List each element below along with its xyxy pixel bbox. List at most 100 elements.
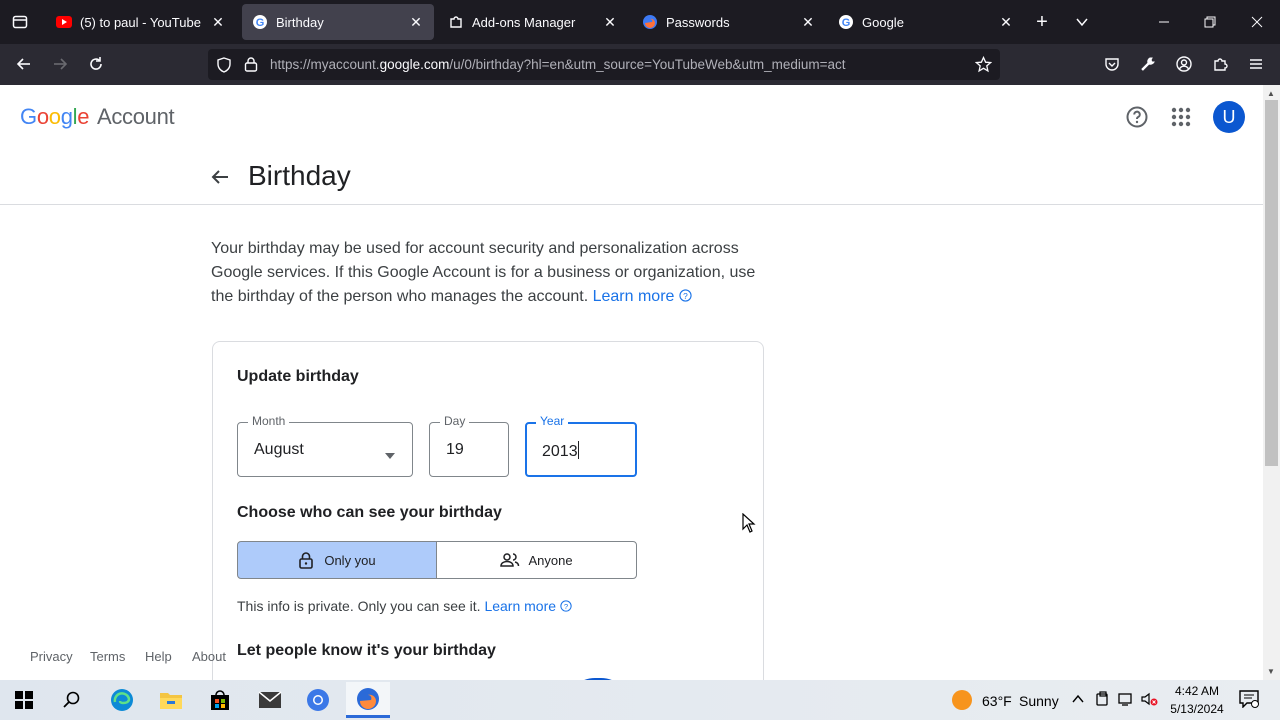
url-bar[interactable]: https://myaccount.google.com/u/0/birthda… — [208, 49, 1000, 80]
mail-icon[interactable] — [250, 684, 290, 716]
network-icon[interactable] — [1118, 692, 1136, 711]
mouse-cursor-icon — [742, 512, 756, 538]
tab-passwords[interactable]: Passwords ✕ — [632, 4, 826, 40]
minimize-button[interactable] — [1148, 6, 1180, 38]
tab-label: (5) to paul - YouTube — [80, 14, 201, 30]
footer-terms-link[interactable]: Terms — [90, 649, 125, 664]
google-letter: e — [77, 104, 90, 129]
svg-text:G: G — [842, 17, 851, 29]
close-tab-icon[interactable]: ✕ — [998, 14, 1014, 31]
edge-icon[interactable] — [102, 684, 142, 716]
reload-button[interactable] — [80, 48, 112, 80]
close-tab-icon[interactable]: ✕ — [408, 14, 424, 31]
month-label: Month — [248, 414, 290, 428]
year-input[interactable]: Year 2013 — [525, 414, 637, 477]
month-value: August — [254, 441, 304, 458]
tray-chevron-icon[interactable] — [1071, 692, 1085, 711]
year-label: Year — [536, 414, 569, 428]
weather-condition[interactable]: Sunny — [1019, 693, 1059, 709]
extensions-icon[interactable] — [1204, 48, 1236, 80]
lock-icon — [299, 552, 314, 569]
google-letter: G — [20, 104, 37, 129]
footer-about-link[interactable]: About — [192, 649, 226, 664]
google-wordmark: Google — [20, 104, 95, 129]
day-input[interactable]: Day 19 — [429, 414, 509, 477]
file-explorer-icon[interactable] — [151, 684, 191, 716]
menu-icon[interactable] — [1240, 48, 1272, 80]
firefox-taskbar-icon[interactable] — [346, 682, 390, 718]
help-circle-icon: ? — [679, 289, 692, 302]
notifications-icon[interactable] — [1239, 690, 1259, 713]
chrome-icon[interactable] — [298, 684, 338, 716]
page-title: Birthday — [248, 160, 351, 191]
firefox-view-icon[interactable] — [4, 6, 36, 38]
wrench-icon[interactable] — [1132, 48, 1164, 80]
store-icon[interactable] — [200, 684, 240, 716]
bookmark-star-icon[interactable] — [974, 55, 993, 78]
tab-label: Add-ons Manager — [472, 14, 576, 30]
learn-more-link[interactable]: Learn more ? — [593, 288, 692, 305]
lock-icon[interactable] — [244, 56, 258, 77]
search-icon[interactable] — [52, 684, 92, 716]
meet-now-icon[interactable] — [1096, 691, 1110, 712]
google-letter: o — [48, 104, 61, 129]
dropdown-arrow-icon — [384, 447, 396, 465]
tab-label: Passwords — [666, 14, 730, 30]
svg-text:G: G — [256, 17, 265, 29]
new-tab-button[interactable]: + — [1026, 6, 1058, 38]
tab-google[interactable]: G Google ✕ — [828, 4, 1024, 40]
scroll-down-icon[interactable]: ▼ — [1267, 667, 1275, 676]
header-divider — [0, 204, 1263, 205]
people-icon — [500, 553, 520, 567]
weather-temperature[interactable]: 63°F — [982, 693, 1012, 709]
list-tabs-button[interactable] — [1066, 6, 1098, 38]
scrollbar-thumb[interactable] — [1265, 100, 1278, 466]
footer-privacy-link[interactable]: Privacy — [30, 649, 73, 664]
tab-youtube[interactable]: (5) to paul - YouTube ✕ — [46, 4, 236, 40]
footer-help-link[interactable]: Help — [145, 649, 172, 664]
forward-button[interactable] — [44, 48, 76, 80]
account-icon[interactable] — [1168, 48, 1200, 80]
close-window-button[interactable] — [1241, 6, 1273, 38]
tab-label: Birthday — [276, 14, 324, 30]
pocket-icon[interactable] — [1096, 48, 1128, 80]
anyone-label: Anyone — [528, 552, 573, 568]
learn-more-link[interactable]: Learn more ? — [484, 598, 572, 614]
windows-taskbar: 63°F Sunny 4:42 AM 5/13/2024 — [0, 680, 1280, 720]
restore-button[interactable] — [1194, 6, 1226, 38]
visibility-heading: Choose who can see your birthday — [237, 504, 502, 521]
tab-birthday[interactable]: G Birthday ✕ — [242, 4, 434, 40]
only-you-option[interactable]: Only you — [237, 541, 437, 579]
close-tab-icon[interactable]: ✕ — [602, 14, 618, 31]
google-account-logo[interactable]: Google Account — [20, 104, 175, 130]
month-select[interactable]: Month August — [237, 414, 413, 477]
back-arrow-icon[interactable] — [210, 167, 230, 192]
firefox-icon — [642, 14, 658, 30]
tab-addons[interactable]: Add-ons Manager ✕ — [438, 4, 628, 40]
shield-icon[interactable] — [216, 57, 232, 78]
clock-time[interactable]: 4:42 AM — [1168, 684, 1226, 698]
clock-date[interactable]: 5/13/2024 — [1166, 702, 1228, 716]
close-tab-icon[interactable]: ✕ — [210, 14, 226, 31]
help-icon[interactable] — [1125, 105, 1149, 134]
volume-muted-icon[interactable] — [1141, 692, 1159, 711]
page-content: Google Account U Birthday Your birthday … — [0, 85, 1263, 680]
anyone-option[interactable]: Anyone — [436, 541, 637, 579]
google-icon: G — [252, 14, 268, 30]
account-wordmark: Account — [96, 104, 175, 129]
tab-bar: (5) to paul - YouTube ✕ G Birthday ✕ Add… — [0, 0, 1280, 44]
update-birthday-heading: Update birthday — [237, 368, 359, 385]
back-button[interactable] — [8, 48, 40, 80]
birthday-description: Your birthday may be used for account se… — [211, 237, 771, 309]
apps-grid-icon[interactable] — [1170, 106, 1192, 133]
navigation-toolbar: https://myaccount.google.com/u/0/birthda… — [0, 44, 1280, 85]
sun-icon[interactable] — [952, 690, 972, 710]
scroll-up-icon[interactable]: ▲ — [1267, 89, 1275, 98]
avatar[interactable]: U — [1213, 101, 1245, 133]
windows-start-icon[interactable] — [4, 684, 44, 716]
let-people-know-heading: Let people know it's your birthday — [237, 642, 496, 659]
year-value: 2013 — [542, 441, 579, 460]
help-circle-icon: ? — [560, 600, 572, 612]
close-tab-icon[interactable]: ✕ — [800, 14, 816, 31]
puzzle-icon — [448, 14, 464, 30]
